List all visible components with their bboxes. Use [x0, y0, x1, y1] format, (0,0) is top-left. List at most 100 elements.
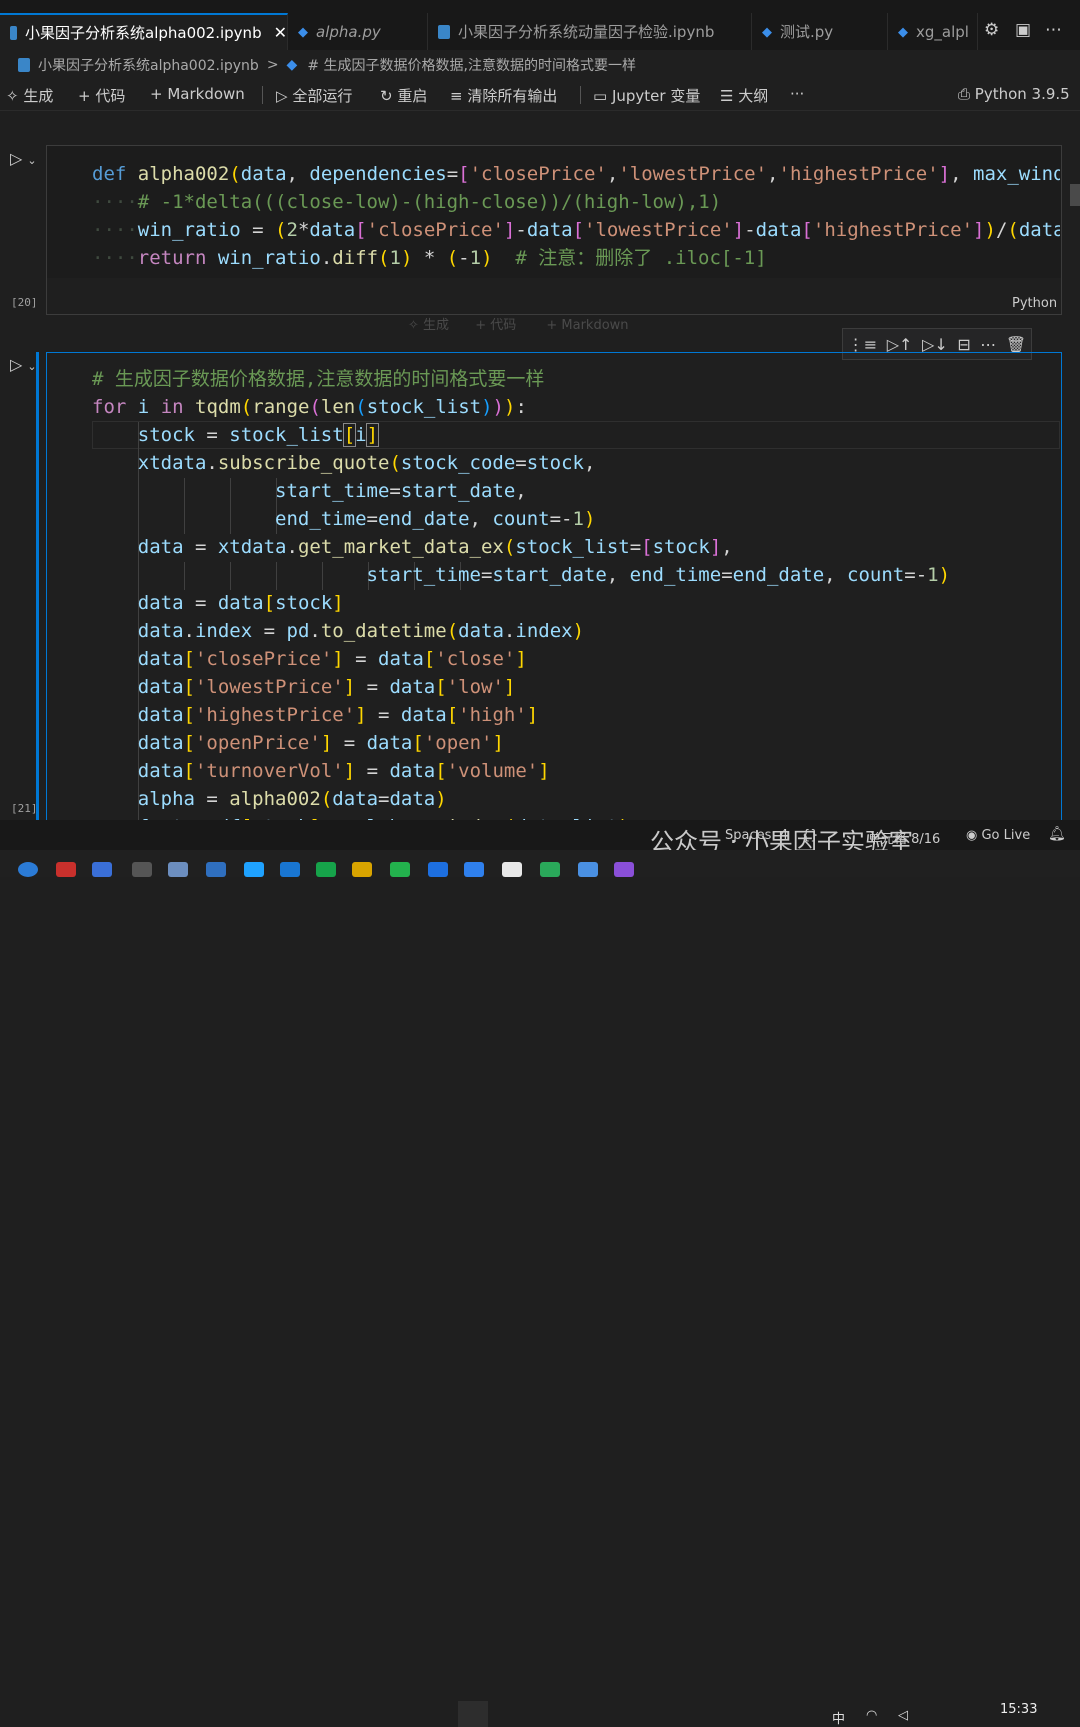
insert-generate-label: 生成 — [423, 318, 450, 333]
app-icon[interactable] — [280, 862, 300, 877]
outline-label: 大纲 — [738, 87, 769, 105]
windows-taskbar: 中 ◠ ◁ 15:33 — [0, 850, 1080, 1727]
settings-gear-icon[interactable]: ⚙ — [984, 20, 999, 40]
outline-button[interactable]: ☰ 大纲 — [720, 85, 768, 106]
go-live-button[interactable]: ◉ Go Live — [966, 828, 1030, 843]
tab-label: xg_alpl — [916, 22, 969, 41]
sparkle-icon: ✧ — [6, 87, 19, 105]
editor-scrollbar[interactable] — [1070, 184, 1080, 206]
tab-test-py[interactable]: ◆ 测试.py — [752, 13, 888, 50]
app-icon[interactable] — [428, 862, 448, 877]
app-icon[interactable] — [578, 862, 598, 877]
breadcrumb: 小果因子分析系统alpha002.ipynb > ◆ # 生成因子数据价格数据,… — [0, 50, 1080, 80]
execute-above-icon[interactable]: ▷↑ — [887, 335, 913, 354]
generate-label: 生成 — [23, 87, 54, 105]
app-icon[interactable] — [540, 862, 560, 877]
split-cell-icon[interactable]: ⊟ — [957, 335, 970, 354]
wifi-icon[interactable]: ◠ — [866, 1708, 877, 1723]
bell-icon[interactable]: 🔔︎ — [1048, 826, 1066, 842]
tab-xg-alpha[interactable]: ◆ xg_alpl — [888, 13, 978, 50]
tab-alpha002-notebook[interactable]: 小果因子分析系统alpha002.ipynb ✕ — [0, 13, 288, 50]
toolbar-more-button[interactable]: ··· — [790, 85, 804, 103]
restart-label: 重启 — [397, 87, 428, 105]
go-live-label: Go Live — [981, 828, 1031, 843]
insert-cell-bar[interactable]: ✧ 生成 + 代码 + Markdown — [408, 314, 629, 333]
tab-alpha-py[interactable]: ◆ alpha.py — [288, 13, 428, 50]
taskbar-clock[interactable]: 15:33 — [1000, 1702, 1037, 1717]
volume-icon[interactable]: ◁ — [898, 1708, 908, 1723]
taskbar-active-slot — [458, 1701, 488, 1727]
python-icon: ◆ — [298, 24, 308, 40]
tab-label: 小果因子分析系统动量因子检验.ipynb — [458, 23, 715, 41]
indentation-status[interactable]: Spaces: 4 — [725, 828, 788, 843]
more-cell-actions-icon[interactable]: ⋯ — [980, 335, 996, 354]
app-icon[interactable] — [244, 862, 264, 877]
run-all-button[interactable]: ▷ 全部运行 — [276, 85, 352, 106]
python-icon: ◆ — [762, 24, 772, 40]
broadcast-icon: ◉ — [966, 828, 978, 843]
toolbar-divider — [580, 86, 581, 104]
more-actions-icon[interactable]: ⋯ — [1045, 20, 1062, 40]
execute-below-icon[interactable]: ▷↓ — [922, 335, 948, 354]
app-icon[interactable] — [316, 862, 336, 877]
tab-momentum-notebook[interactable]: 小果因子分析系统动量因子检验.ipynb — [428, 13, 752, 50]
restart-icon: ↻ — [380, 87, 393, 105]
status-bar: 公众号 · 小果因子实验室 Spaces: 4 {} 单元格 8/16 ◉ Go… — [0, 820, 1080, 856]
language-braces-status[interactable]: {} — [802, 828, 819, 843]
outline-list-icon: ☰ — [720, 87, 734, 105]
code-editor[interactable]: # 生成因子数据价格数据,注意数据的时间格式要一样 for i in tqdm(… — [92, 365, 1060, 820]
run-cell-button[interactable]: ▷ ⌄ — [10, 355, 37, 374]
app-icon[interactable] — [206, 862, 226, 877]
jupyter-variables-label: Jupyter 变量 — [611, 87, 701, 105]
app-icon[interactable] — [352, 862, 372, 877]
kernel-icon: ⎙ — [958, 85, 971, 103]
edge-browser-icon[interactable] — [18, 862, 38, 877]
tab-label: alpha.py — [316, 22, 381, 41]
clear-all-icon: ≡ — [450, 87, 463, 105]
python-icon: ◆ — [286, 57, 298, 73]
jupyter-variables-button[interactable]: ▭ Jupyter 变量 — [593, 85, 700, 106]
generate-button[interactable]: ✧ 生成 — [6, 85, 53, 106]
run-cell-button[interactable]: ▷ ⌄ — [10, 149, 37, 168]
breadcrumb-file[interactable]: 小果因子分析系统alpha002.ipynb — [38, 55, 259, 75]
run-all-label: 全部运行 — [292, 87, 353, 105]
app-icon[interactable] — [614, 862, 634, 877]
chevron-down-icon: ⌄ — [27, 154, 37, 167]
add-markdown-button[interactable]: + Markdown — [150, 85, 245, 103]
delete-cell-icon[interactable]: 🗑 — [1006, 335, 1026, 354]
notebook-icon — [10, 25, 18, 40]
run-by-line-icon[interactable]: ⋮≡ — [848, 335, 877, 354]
breadcrumb-separator: > — [266, 57, 279, 73]
vscode-icon[interactable] — [464, 862, 484, 877]
toolbar-divider — [262, 86, 263, 104]
run-all-icon: ▷ — [276, 87, 288, 105]
kernel-label: Python 3.9.5 — [974, 85, 1070, 103]
cell-position-status[interactable]: 单元格 8/16 — [868, 828, 940, 847]
close-icon[interactable]: ✕ — [274, 23, 287, 42]
breadcrumb-section[interactable]: # 生成因子数据价格数据,注意数据的时间格式要一样 — [307, 55, 636, 75]
code-editor[interactable]: def alpha002(data, dependencies=['closeP… — [92, 160, 1060, 272]
tab-label: 测试.py — [780, 23, 834, 41]
add-code-button[interactable]: + 代码 — [78, 85, 125, 106]
wechat-icon[interactable] — [390, 862, 410, 877]
clear-outputs-button[interactable]: ≡ 清除所有输出 — [450, 85, 557, 106]
file-explorer-icon[interactable] — [132, 862, 152, 877]
notebook-icon — [18, 58, 30, 72]
kernel-picker[interactable]: ⎙ Python 3.9.5 — [958, 85, 1070, 103]
insert-markdown[interactable]: + Markdown — [546, 318, 628, 333]
notebook-icon — [438, 24, 450, 39]
app-icon[interactable] — [168, 862, 188, 877]
insert-generate[interactable]: ✧ 生成 — [408, 318, 449, 333]
split-editor-icon[interactable]: ▣ — [1015, 20, 1031, 40]
cell-language-label[interactable]: Python — [1012, 296, 1057, 311]
python-icon: ◆ — [898, 24, 908, 40]
app-icon[interactable] — [92, 862, 112, 877]
app-icon[interactable] — [56, 862, 76, 877]
notebook-toolbar: ✧ 生成 + 代码 + Markdown ▷ 全部运行 ↻ 重启 ≡ 清除所有输… — [0, 80, 1080, 111]
execution-count: [21] — [11, 802, 38, 815]
ime-indicator[interactable]: 中 — [832, 1708, 845, 1727]
restart-button[interactable]: ↻ 重启 — [380, 85, 427, 106]
insert-code[interactable]: + 代码 — [475, 318, 516, 333]
tab-label: 小果因子分析系统alpha002.ipynb — [25, 24, 262, 42]
app-icon[interactable] — [502, 862, 522, 877]
